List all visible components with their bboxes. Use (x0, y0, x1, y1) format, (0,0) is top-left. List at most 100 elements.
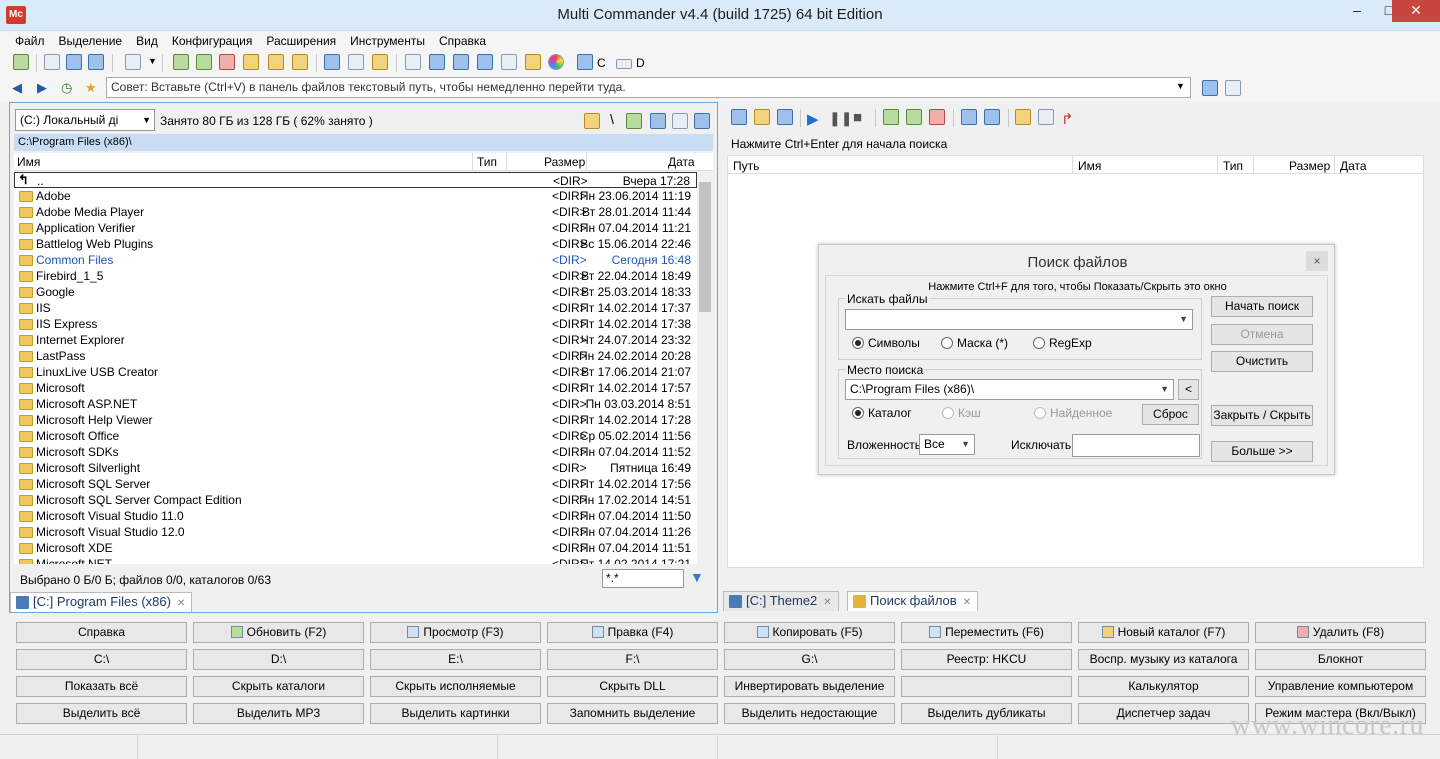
color-picker-icon[interactable] (548, 54, 564, 70)
file-row[interactable]: LastPass <DIR> Пн 24.02.2014 20:28 (14, 348, 697, 364)
fkey-button-r3c1[interactable]: Выделить MP3 (193, 703, 364, 724)
clean-icon[interactable] (1015, 109, 1031, 125)
fkey-button-r2c7[interactable]: Управление компьютером (1255, 676, 1426, 697)
mode-mask[interactable]: Маска (*) (941, 336, 1008, 350)
minimize-button[interactable]: – (1341, 0, 1373, 22)
file-row[interactable]: Microsoft SQL Server Compact Edition <DIR… (14, 492, 697, 508)
fkey-button-r0c6[interactable]: Новый каталог (F7) (1078, 622, 1249, 643)
fkey-button-r0c2[interactable]: Просмотр (F3) (370, 622, 541, 643)
drive-d-icon[interactable] (616, 59, 632, 69)
filter-icon[interactable]: ▼ (690, 569, 704, 585)
brush-icon[interactable] (525, 54, 541, 70)
col-name[interactable]: Имя (17, 155, 40, 169)
root-icon[interactable]: \ (610, 111, 614, 127)
col-path[interactable]: Путь (733, 159, 759, 173)
menu-help[interactable]: Справка (432, 31, 493, 51)
history-icon[interactable]: ◷ (61, 80, 72, 96)
close-hide-button[interactable]: Закрыть / Скрыть (1211, 405, 1313, 426)
chevron-down-icon[interactable]: ▼ (148, 56, 157, 66)
parent-dir-icon[interactable] (626, 113, 642, 129)
menu-view[interactable]: Вид (129, 31, 165, 51)
col-name[interactable]: Имя (1078, 159, 1101, 173)
fkey-button-r3c4[interactable]: Выделить недостающие (724, 703, 895, 724)
fkey-button-r1c4[interactable]: G:\ (724, 649, 895, 670)
close-tab-icon[interactable]: ✕ (177, 598, 185, 609)
more-button[interactable]: Больше >> (1211, 441, 1313, 462)
fkey-button-r1c1[interactable]: D:\ (193, 649, 364, 670)
location-input[interactable]: C:\Program Files (x86)\ ▼ (845, 379, 1174, 400)
col-date[interactable]: Дата (668, 155, 695, 169)
fkey-button-r3c5[interactable]: Выделить дубликаты (901, 703, 1072, 724)
paste-results-icon[interactable] (984, 109, 1000, 125)
chevron-down-icon[interactable]: ▼ (1160, 380, 1169, 399)
drive-selector[interactable]: (C:) Локальный ді ▼ (15, 109, 155, 131)
file-row[interactable]: ↰.. <DIR> Вчера 17:28 (14, 172, 697, 188)
clear-button[interactable]: Очистить (1211, 351, 1313, 372)
tab-theme2[interactable]: [C:] Theme2 ✕ (723, 591, 839, 611)
file-row[interactable]: Microsoft Visual Studio 12.0 <DIR> Пн 07.0… (14, 524, 697, 540)
file-row[interactable]: Firebird_1_5 <DIR> Вт 22.04.2014 18:49 (14, 268, 697, 284)
stop-icon[interactable]: ■ (853, 109, 862, 126)
chevron-down-icon[interactable]: ▼ (961, 435, 970, 454)
fkey-button-r2c4[interactable]: Инвертировать выделение (724, 676, 895, 697)
fkey-button-r0c1[interactable]: Обновить (F2) (193, 622, 364, 643)
file-row[interactable]: Microsoft Visual Studio 11.0 <DIR> Пн 07.0… (14, 508, 697, 524)
col-type[interactable]: Тип (477, 155, 497, 169)
file-row[interactable]: Microsoft ASP.NET <DIR> Пн 03.03.2014 8:51 (14, 396, 697, 412)
fkey-button-r1c5[interactable]: Реестр: HKCU (901, 649, 1072, 670)
exclude-input[interactable] (1072, 434, 1200, 457)
menu-file[interactable]: Файл (8, 31, 52, 51)
close-button[interactable]: ✕ (1392, 0, 1440, 22)
drive-c-label[interactable]: C (597, 56, 606, 70)
archive-icon[interactable] (243, 54, 259, 70)
copy-results-icon[interactable] (961, 109, 977, 125)
goto-icon[interactable]: ↱ (1061, 110, 1074, 128)
drive-d-label[interactable]: D (636, 56, 645, 70)
tab-left-program-files[interactable]: [C:] Program Files (x86) ✕ (10, 592, 193, 612)
file-row[interactable]: Microsoft.NET <DIR> Пт 14.02.2014 17:21 (14, 556, 697, 564)
fkey-button-r0c5[interactable]: Переместить (F6) (901, 622, 1072, 643)
fkey-button-r0c3[interactable]: Правка (F4) (547, 622, 718, 643)
col-date[interactable]: Дата (1340, 159, 1367, 173)
calculator-icon[interactable] (1225, 80, 1241, 96)
edit-icon[interactable] (348, 54, 364, 70)
doc2-icon[interactable] (453, 54, 469, 70)
file-row[interactable]: Microsoft SDKs <DIR> Пн 07.04.2014 11:52 (14, 444, 697, 460)
fkey-button-r3c0[interactable]: Выделить всё (16, 703, 187, 724)
file-row[interactable]: IIS <DIR> Пт 14.02.2014 17:37 (14, 300, 697, 316)
scope-folder[interactable]: Каталог (852, 406, 912, 420)
delete-file-icon[interactable] (219, 54, 235, 70)
copy-icon[interactable] (66, 54, 82, 70)
fkey-button-r2c0[interactable]: Показать всё (16, 676, 187, 697)
close-tab-icon[interactable]: ✕ (823, 597, 831, 608)
chevron-down-icon[interactable]: ▼ (1179, 310, 1188, 329)
file-row[interactable]: Microsoft SQL Server <DIR> Пт 14.02.2014 1… (14, 476, 697, 492)
col-size[interactable]: Размер (544, 155, 585, 169)
tab-file-search[interactable]: Поиск файлов ✕ (847, 591, 979, 611)
col-size[interactable]: Размер (1289, 159, 1330, 173)
save-icon[interactable] (777, 109, 793, 125)
scroll-thumb[interactable] (699, 182, 711, 312)
list-icon[interactable] (731, 109, 747, 125)
file-row[interactable]: IIS Express <DIR> Пт 14.02.2014 17:38 (14, 316, 697, 332)
play-icon[interactable]: ▶ (807, 110, 819, 128)
fkey-button-r3c6[interactable]: Диспетчер задач (1078, 703, 1249, 724)
back-icon[interactable]: ◀ (12, 80, 22, 96)
drive-c-icon[interactable] (577, 54, 593, 70)
fkey-button-r0c4[interactable]: Копировать (F5) (724, 622, 895, 643)
fkey-button-r2c5[interactable] (901, 676, 1072, 697)
depth-select[interactable]: Все ▼ (919, 434, 975, 455)
file-row[interactable]: LinuxLive USB Creator <DIR> Вт 17.06.2014 … (14, 364, 697, 380)
file-row[interactable]: Microsoft <DIR> Пт 14.02.2014 17:57 (14, 380, 697, 396)
chevron-down-icon[interactable]: ▼ (1176, 81, 1185, 91)
file-row[interactable]: Google <DIR> Вт 25.03.2014 18:33 (14, 284, 697, 300)
fkey-button-r2c3[interactable]: Скрыть DLL (547, 676, 718, 697)
menu-tools[interactable]: Инструменты (343, 31, 432, 51)
new-file-icon[interactable] (173, 54, 189, 70)
fkey-button-r1c0[interactable]: C:\ (16, 649, 187, 670)
mode-regexp[interactable]: RegExp (1033, 336, 1092, 350)
notepad-icon[interactable] (501, 54, 517, 70)
file-row[interactable]: Internet Explorer <DIR> Чт 24.07.2014 23:3… (14, 332, 697, 348)
fkey-button-r2c1[interactable]: Скрыть каталоги (193, 676, 364, 697)
doc3-icon[interactable] (477, 54, 493, 70)
